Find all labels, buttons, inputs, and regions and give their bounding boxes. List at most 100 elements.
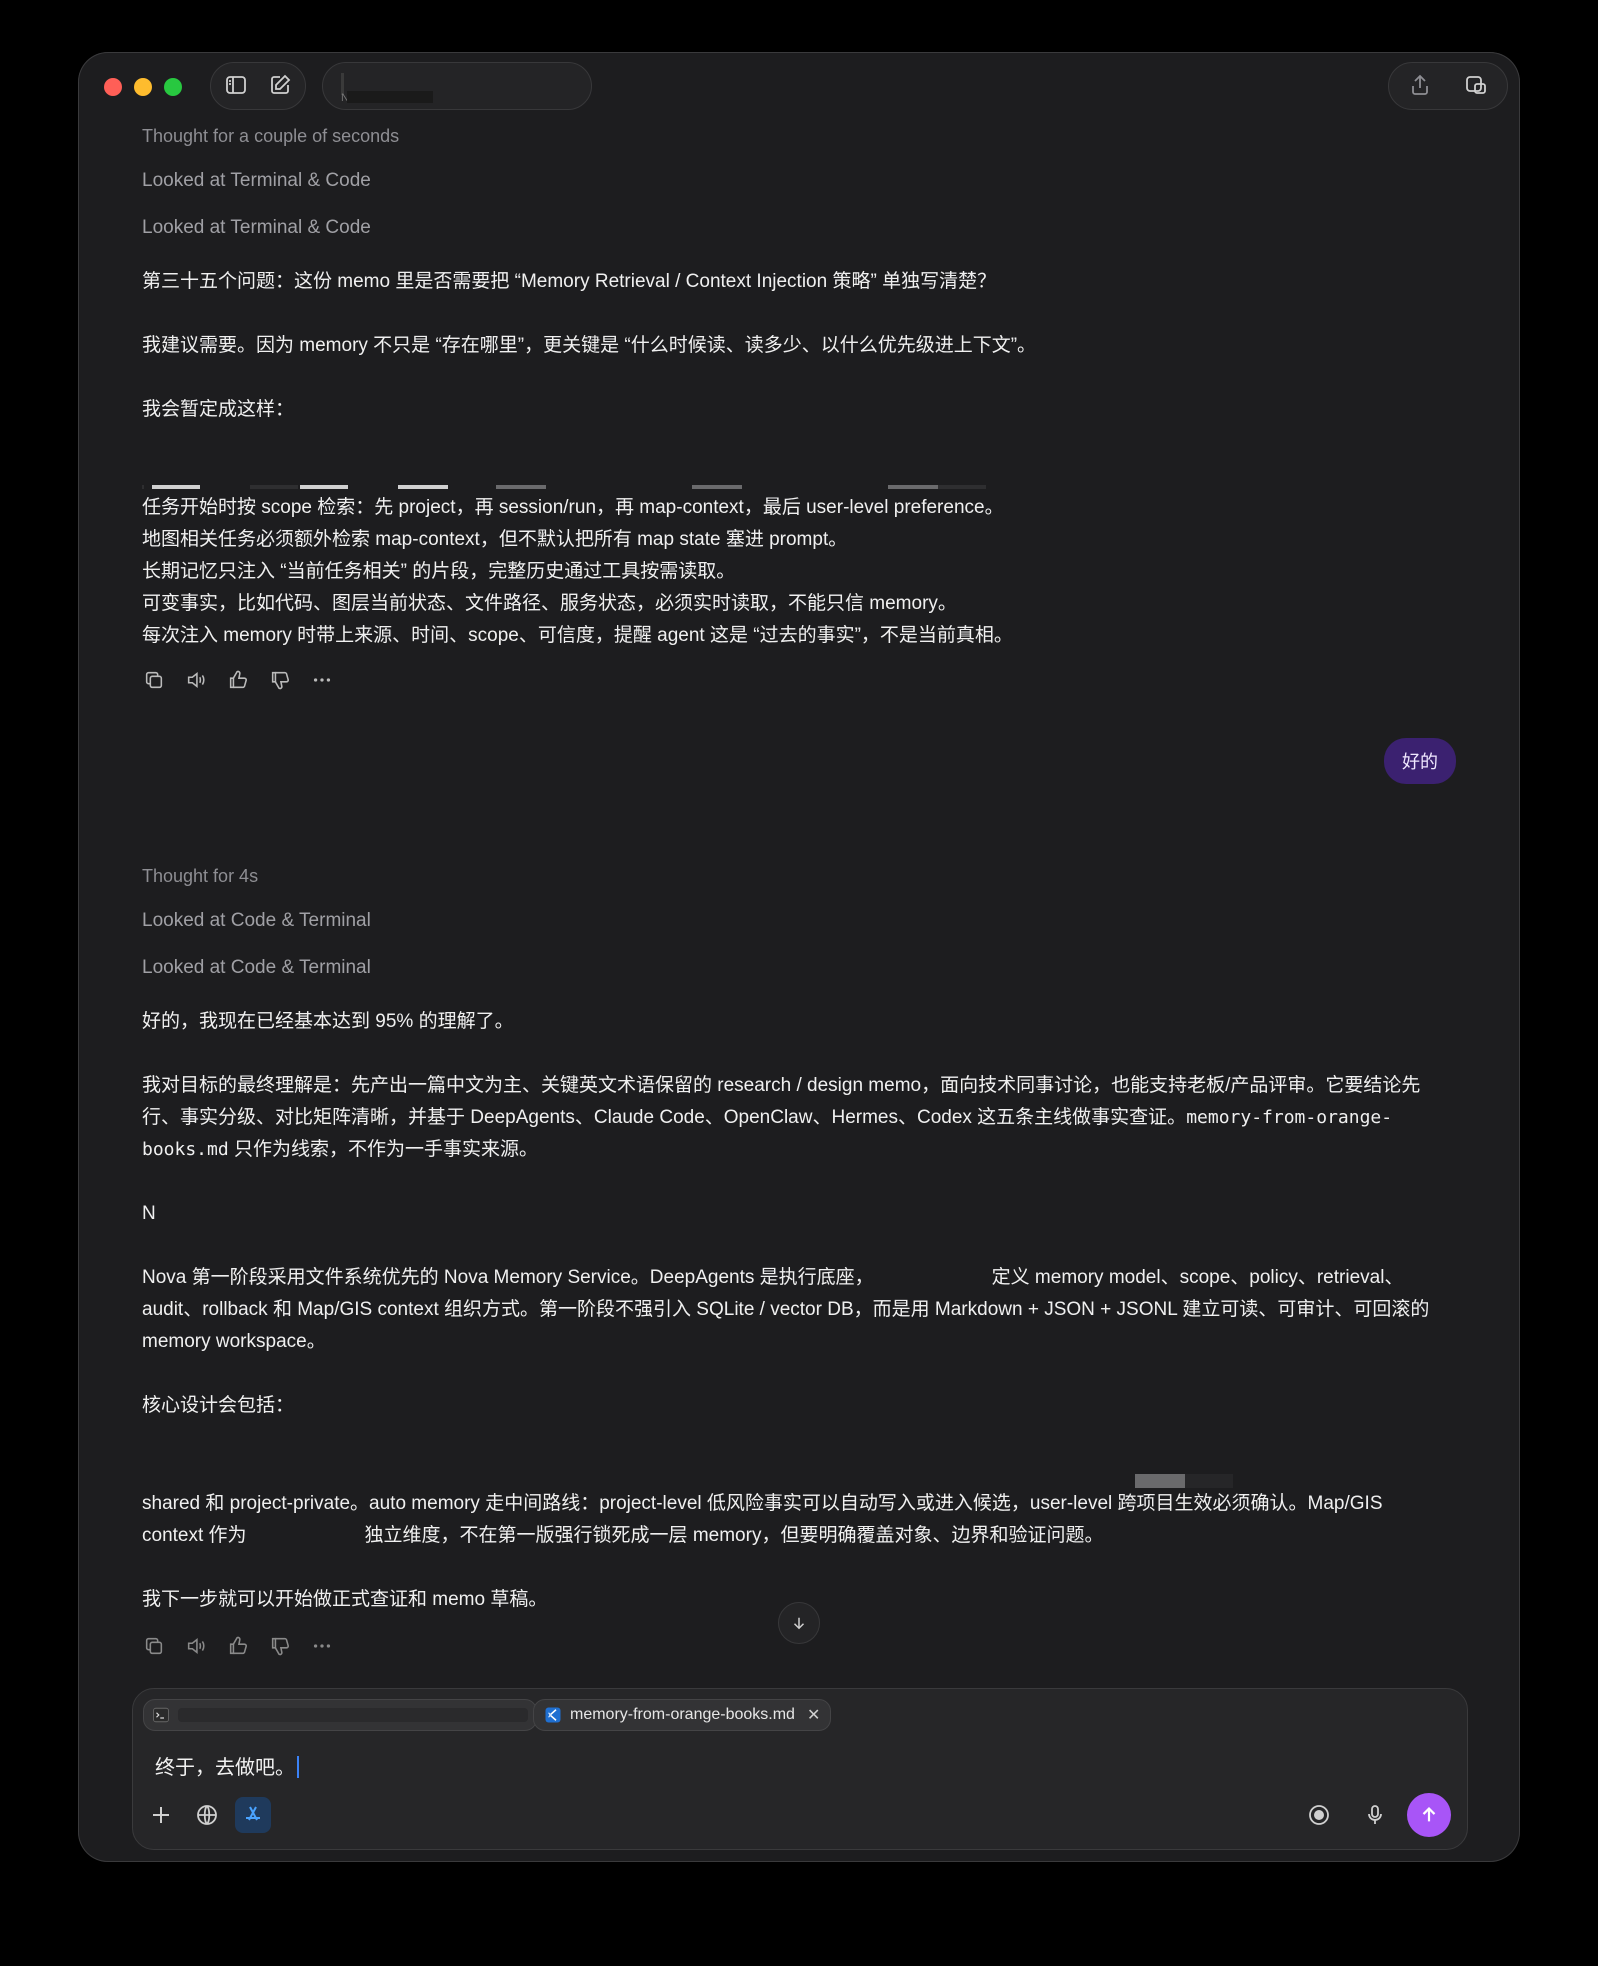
share-icon bbox=[1412, 74, 1428, 95]
thumbs-down-button[interactable] bbox=[266, 1632, 294, 1660]
message-paragraph-line: books.md 只作为线索，不作为一手事实来源。 bbox=[142, 1134, 538, 1166]
thumbs-down-icon bbox=[271, 671, 290, 690]
web-search-button[interactable] bbox=[189, 1797, 225, 1833]
popout-icon bbox=[1466, 76, 1486, 94]
add-attachment-button[interactable] bbox=[143, 1797, 179, 1833]
sidebar-icon bbox=[226, 76, 246, 94]
minimize-window-button[interactable] bbox=[134, 78, 152, 96]
message-paragraph: 我下一步就可以开始做正式查证和 memo 草稿。 bbox=[142, 1589, 548, 1610]
copy-button[interactable] bbox=[140, 666, 168, 694]
message-text: 独立维度，不在第一版强行锁死成一层 memory，但要明确覆盖对象、边界和验证问… bbox=[364, 1525, 1104, 1546]
user-message-bubble: 好的 bbox=[1384, 738, 1456, 784]
message-text: 定义 memory model、scope、policy、retrieval、 bbox=[991, 1267, 1404, 1288]
redaction-mark bbox=[496, 485, 546, 489]
dictation-button[interactable] bbox=[1357, 1797, 1393, 1833]
read-aloud-button[interactable] bbox=[182, 666, 210, 694]
popout-window-button[interactable] bbox=[1461, 70, 1491, 100]
more-button[interactable] bbox=[308, 666, 336, 694]
zoom-window-button[interactable] bbox=[164, 78, 182, 96]
inline-code: memory-from-orange- bbox=[1186, 1107, 1393, 1128]
share-button[interactable] bbox=[1405, 70, 1435, 100]
message-paragraph: audit、rollback 和 Map/GIS context 组织方式。第一… bbox=[142, 1299, 1430, 1320]
copy-icon bbox=[145, 1637, 163, 1655]
message-composer: memory-from-orange-books.md ✕ 终于，去做吧。 bbox=[132, 1688, 1468, 1850]
file-context-chip[interactable]: memory-from-orange-books.md ✕ bbox=[533, 1699, 832, 1731]
inline-code: books.md bbox=[142, 1139, 229, 1160]
redaction-mark bbox=[142, 485, 144, 489]
microphone-icon bbox=[1368, 1805, 1382, 1824]
copy-icon bbox=[145, 671, 163, 689]
more-button[interactable] bbox=[308, 1632, 336, 1660]
read-aloud-button[interactable] bbox=[182, 1632, 210, 1660]
list-item: 可变事实，比如代码、图层当前状态、文件路径、服务状态，必须实时读取，不能只信 m… bbox=[142, 593, 957, 614]
redaction-mark bbox=[250, 485, 298, 489]
redaction-mark bbox=[692, 485, 742, 489]
message-paragraph-line: 行、事实分级、对比矩阵清晰，并基于 DeepAgents、Claude Code… bbox=[142, 1102, 1392, 1134]
message-paragraph: 好的，我现在已经基本达到 95% 的理解了。 bbox=[142, 1011, 514, 1032]
message-paragraph: memory workspace。 bbox=[142, 1331, 326, 1352]
thumbs-up-button[interactable] bbox=[224, 1632, 252, 1660]
redacted-chip-label bbox=[178, 1708, 528, 1722]
speaker-icon bbox=[187, 1637, 205, 1655]
message-paragraph: N bbox=[142, 1203, 156, 1224]
composer-input[interactable]: 终于，去做吧。 bbox=[155, 1751, 299, 1780]
app-tool-button[interactable] bbox=[235, 1797, 271, 1833]
globe-icon bbox=[197, 1805, 217, 1825]
thumbs-down-icon bbox=[271, 1637, 290, 1656]
tool-activity[interactable]: Looked at Terminal & Code bbox=[142, 170, 371, 192]
scroll-to-bottom-button[interactable] bbox=[778, 1602, 820, 1644]
list-item: 地图相关任务必须额外检索 map-context，但不默认把所有 map sta… bbox=[142, 529, 848, 550]
message-paragraph: 我建议需要。因为 memory 不只是 “存在哪里”，更关键是 “什么时候读、读… bbox=[142, 335, 1037, 356]
remove-file-chip-button[interactable]: ✕ bbox=[807, 1705, 820, 1725]
more-icon bbox=[313, 1644, 331, 1648]
message-actions bbox=[140, 1632, 336, 1660]
tool-activity[interactable]: Looked at Code & Terminal bbox=[142, 957, 371, 979]
list-item: 每次注入 memory 时带上来源、时间、scope、可信度，提醒 agent … bbox=[142, 625, 1013, 646]
composer-input-text: 终于，去做吧。 bbox=[155, 1757, 295, 1779]
redaction-mark bbox=[1135, 1474, 1185, 1488]
arrow-up-icon bbox=[1422, 1807, 1436, 1822]
record-icon bbox=[1309, 1805, 1329, 1825]
speaker-icon bbox=[187, 671, 205, 689]
thumbs-up-button[interactable] bbox=[224, 666, 252, 694]
message-text: 只作为线索，不作为一手事实来源。 bbox=[228, 1139, 538, 1160]
copy-button[interactable] bbox=[140, 1632, 168, 1660]
terminal-icon bbox=[153, 1707, 169, 1723]
voice-mode-button[interactable] bbox=[1301, 1797, 1337, 1833]
message-paragraph: 我对目标的最终理解是：先产出一篇中文为主、关键英文术语保留的 research … bbox=[142, 1075, 1421, 1096]
message-paragraph-line: Nova 第一阶段采用文件系统优先的 Nova Memory Service。D… bbox=[142, 1262, 1403, 1294]
vscode-icon bbox=[545, 1707, 561, 1723]
redaction-mark bbox=[1185, 1474, 1233, 1488]
thought-duration[interactable]: Thought for 4s bbox=[142, 866, 258, 887]
tool-activity[interactable]: Looked at Terminal & Code bbox=[142, 217, 371, 239]
new-chat-button[interactable] bbox=[265, 70, 295, 100]
send-button[interactable] bbox=[1407, 1793, 1451, 1837]
tool-activity[interactable]: Looked at Code & Terminal bbox=[142, 910, 371, 932]
redaction-mark bbox=[888, 485, 938, 489]
thumbs-up-icon bbox=[229, 670, 248, 689]
text-caret bbox=[297, 1756, 299, 1778]
message-paragraph-line: context 作为 独立维度，不在第一版强行锁死成一层 memory，但要明确覆… bbox=[142, 1520, 1103, 1552]
close-window-button[interactable] bbox=[104, 78, 122, 96]
more-icon bbox=[313, 678, 331, 682]
app-store-icon bbox=[246, 1806, 260, 1821]
sidebar-toggle-button[interactable] bbox=[221, 70, 251, 100]
thumbs-up-icon bbox=[229, 1636, 248, 1655]
plus-icon bbox=[153, 1807, 169, 1823]
terminal-context-chip[interactable] bbox=[143, 1699, 537, 1731]
top-right-toolbar bbox=[1388, 62, 1508, 110]
file-chip-label: memory-from-orange-books.md bbox=[570, 1706, 795, 1723]
conversation-title-pill[interactable]: Nova bbox=[322, 62, 592, 110]
redaction-mark bbox=[152, 485, 200, 489]
thought-duration[interactable]: Thought for a couple of seconds bbox=[142, 126, 399, 147]
compose-icon bbox=[271, 74, 291, 94]
redaction-mark bbox=[300, 485, 348, 489]
title-marker bbox=[341, 73, 344, 95]
message-actions bbox=[140, 666, 336, 694]
message-text: 行、事实分级、对比矩阵清晰，并基于 DeepAgents、Claude Code… bbox=[142, 1107, 1187, 1128]
thumbs-down-button[interactable] bbox=[266, 666, 294, 694]
redaction-mark bbox=[938, 485, 986, 489]
title-redaction bbox=[347, 91, 433, 103]
message-paragraph: 我会暂定成这样： bbox=[142, 399, 295, 420]
toolbar-group bbox=[210, 62, 306, 110]
